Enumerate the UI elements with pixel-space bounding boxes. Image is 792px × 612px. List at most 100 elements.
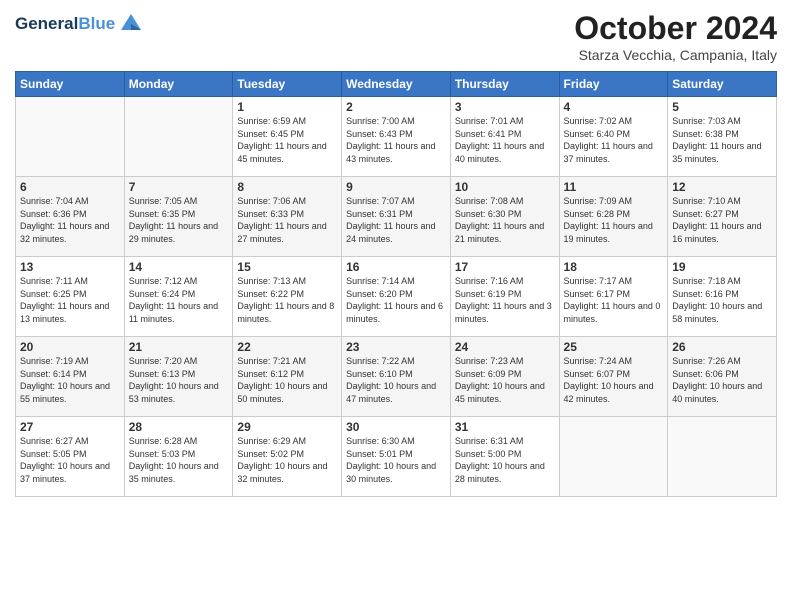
day-number: 11 — [564, 180, 664, 194]
day-cell — [559, 417, 668, 497]
day-cell: 25Sunrise: 7:24 AM Sunset: 6:07 PM Dayli… — [559, 337, 668, 417]
logo-icon — [117, 10, 145, 38]
day-cell: 10Sunrise: 7:08 AM Sunset: 6:30 PM Dayli… — [450, 177, 559, 257]
day-cell — [668, 417, 777, 497]
week-row-4: 20Sunrise: 7:19 AM Sunset: 6:14 PM Dayli… — [16, 337, 777, 417]
day-cell: 24Sunrise: 7:23 AM Sunset: 6:09 PM Dayli… — [450, 337, 559, 417]
day-info: Sunrise: 7:22 AM Sunset: 6:10 PM Dayligh… — [346, 355, 446, 405]
day-info: Sunrise: 7:16 AM Sunset: 6:19 PM Dayligh… — [455, 275, 555, 325]
logo-blue-text: Blue — [78, 14, 115, 33]
day-info: Sunrise: 7:06 AM Sunset: 6:33 PM Dayligh… — [237, 195, 337, 245]
title-section: October 2024 Starza Vecchia, Campania, I… — [574, 10, 777, 63]
day-cell: 12Sunrise: 7:10 AM Sunset: 6:27 PM Dayli… — [668, 177, 777, 257]
day-info: Sunrise: 7:05 AM Sunset: 6:35 PM Dayligh… — [129, 195, 229, 245]
header: GeneralBlue October 2024 Starza Vecchia,… — [15, 10, 777, 63]
day-number: 5 — [672, 100, 772, 114]
day-info: Sunrise: 7:08 AM Sunset: 6:30 PM Dayligh… — [455, 195, 555, 245]
day-cell — [124, 97, 233, 177]
day-number: 29 — [237, 420, 337, 434]
header-cell-thursday: Thursday — [450, 72, 559, 97]
day-info: Sunrise: 6:31 AM Sunset: 5:00 PM Dayligh… — [455, 435, 555, 485]
day-info: Sunrise: 7:09 AM Sunset: 6:28 PM Dayligh… — [564, 195, 664, 245]
header-cell-saturday: Saturday — [668, 72, 777, 97]
day-number: 22 — [237, 340, 337, 354]
week-row-5: 27Sunrise: 6:27 AM Sunset: 5:05 PM Dayli… — [16, 417, 777, 497]
day-number: 10 — [455, 180, 555, 194]
day-info: Sunrise: 6:30 AM Sunset: 5:01 PM Dayligh… — [346, 435, 446, 485]
day-info: Sunrise: 7:20 AM Sunset: 6:13 PM Dayligh… — [129, 355, 229, 405]
calendar-table: SundayMondayTuesdayWednesdayThursdayFrid… — [15, 71, 777, 497]
day-number: 12 — [672, 180, 772, 194]
day-info: Sunrise: 7:23 AM Sunset: 6:09 PM Dayligh… — [455, 355, 555, 405]
week-row-1: 1Sunrise: 6:59 AM Sunset: 6:45 PM Daylig… — [16, 97, 777, 177]
day-number: 19 — [672, 260, 772, 274]
day-number: 23 — [346, 340, 446, 354]
day-info: Sunrise: 6:29 AM Sunset: 5:02 PM Dayligh… — [237, 435, 337, 485]
day-info: Sunrise: 7:19 AM Sunset: 6:14 PM Dayligh… — [20, 355, 120, 405]
day-cell: 26Sunrise: 7:26 AM Sunset: 6:06 PM Dayli… — [668, 337, 777, 417]
day-number: 14 — [129, 260, 229, 274]
day-cell — [16, 97, 125, 177]
day-number: 21 — [129, 340, 229, 354]
day-number: 27 — [20, 420, 120, 434]
day-number: 13 — [20, 260, 120, 274]
day-info: Sunrise: 7:24 AM Sunset: 6:07 PM Dayligh… — [564, 355, 664, 405]
day-cell: 17Sunrise: 7:16 AM Sunset: 6:19 PM Dayli… — [450, 257, 559, 337]
day-cell: 30Sunrise: 6:30 AM Sunset: 5:01 PM Dayli… — [342, 417, 451, 497]
day-cell: 20Sunrise: 7:19 AM Sunset: 6:14 PM Dayli… — [16, 337, 125, 417]
day-cell: 16Sunrise: 7:14 AM Sunset: 6:20 PM Dayli… — [342, 257, 451, 337]
day-number: 26 — [672, 340, 772, 354]
day-number: 31 — [455, 420, 555, 434]
logo: GeneralBlue — [15, 10, 145, 38]
day-cell: 31Sunrise: 6:31 AM Sunset: 5:00 PM Dayli… — [450, 417, 559, 497]
day-number: 18 — [564, 260, 664, 274]
calendar-page: GeneralBlue October 2024 Starza Vecchia,… — [0, 0, 792, 612]
day-number: 8 — [237, 180, 337, 194]
day-number: 4 — [564, 100, 664, 114]
day-number: 28 — [129, 420, 229, 434]
day-cell: 8Sunrise: 7:06 AM Sunset: 6:33 PM Daylig… — [233, 177, 342, 257]
day-cell: 27Sunrise: 6:27 AM Sunset: 5:05 PM Dayli… — [16, 417, 125, 497]
day-cell: 13Sunrise: 7:11 AM Sunset: 6:25 PM Dayli… — [16, 257, 125, 337]
header-cell-monday: Monday — [124, 72, 233, 97]
day-cell: 2Sunrise: 7:00 AM Sunset: 6:43 PM Daylig… — [342, 97, 451, 177]
day-cell: 23Sunrise: 7:22 AM Sunset: 6:10 PM Dayli… — [342, 337, 451, 417]
day-number: 24 — [455, 340, 555, 354]
day-number: 3 — [455, 100, 555, 114]
day-cell: 22Sunrise: 7:21 AM Sunset: 6:12 PM Dayli… — [233, 337, 342, 417]
day-info: Sunrise: 7:07 AM Sunset: 6:31 PM Dayligh… — [346, 195, 446, 245]
day-cell: 3Sunrise: 7:01 AM Sunset: 6:41 PM Daylig… — [450, 97, 559, 177]
day-info: Sunrise: 7:18 AM Sunset: 6:16 PM Dayligh… — [672, 275, 772, 325]
day-info: Sunrise: 7:00 AM Sunset: 6:43 PM Dayligh… — [346, 115, 446, 165]
day-cell: 14Sunrise: 7:12 AM Sunset: 6:24 PM Dayli… — [124, 257, 233, 337]
day-cell: 9Sunrise: 7:07 AM Sunset: 6:31 PM Daylig… — [342, 177, 451, 257]
day-number: 1 — [237, 100, 337, 114]
day-number: 25 — [564, 340, 664, 354]
day-info: Sunrise: 7:14 AM Sunset: 6:20 PM Dayligh… — [346, 275, 446, 325]
day-cell: 6Sunrise: 7:04 AM Sunset: 6:36 PM Daylig… — [16, 177, 125, 257]
day-cell: 4Sunrise: 7:02 AM Sunset: 6:40 PM Daylig… — [559, 97, 668, 177]
day-number: 7 — [129, 180, 229, 194]
day-info: Sunrise: 7:26 AM Sunset: 6:06 PM Dayligh… — [672, 355, 772, 405]
day-cell: 21Sunrise: 7:20 AM Sunset: 6:13 PM Dayli… — [124, 337, 233, 417]
day-info: Sunrise: 7:17 AM Sunset: 6:17 PM Dayligh… — [564, 275, 664, 325]
day-number: 17 — [455, 260, 555, 274]
day-info: Sunrise: 7:11 AM Sunset: 6:25 PM Dayligh… — [20, 275, 120, 325]
day-cell: 19Sunrise: 7:18 AM Sunset: 6:16 PM Dayli… — [668, 257, 777, 337]
header-row: SundayMondayTuesdayWednesdayThursdayFrid… — [16, 72, 777, 97]
day-cell: 11Sunrise: 7:09 AM Sunset: 6:28 PM Dayli… — [559, 177, 668, 257]
day-cell: 15Sunrise: 7:13 AM Sunset: 6:22 PM Dayli… — [233, 257, 342, 337]
day-info: Sunrise: 6:59 AM Sunset: 6:45 PM Dayligh… — [237, 115, 337, 165]
day-cell: 5Sunrise: 7:03 AM Sunset: 6:38 PM Daylig… — [668, 97, 777, 177]
header-cell-friday: Friday — [559, 72, 668, 97]
day-cell: 28Sunrise: 6:28 AM Sunset: 5:03 PM Dayli… — [124, 417, 233, 497]
day-cell: 29Sunrise: 6:29 AM Sunset: 5:02 PM Dayli… — [233, 417, 342, 497]
day-info: Sunrise: 7:21 AM Sunset: 6:12 PM Dayligh… — [237, 355, 337, 405]
header-cell-tuesday: Tuesday — [233, 72, 342, 97]
subtitle: Starza Vecchia, Campania, Italy — [574, 47, 777, 63]
day-info: Sunrise: 6:28 AM Sunset: 5:03 PM Dayligh… — [129, 435, 229, 485]
day-number: 30 — [346, 420, 446, 434]
day-number: 15 — [237, 260, 337, 274]
day-cell: 18Sunrise: 7:17 AM Sunset: 6:17 PM Dayli… — [559, 257, 668, 337]
day-number: 16 — [346, 260, 446, 274]
